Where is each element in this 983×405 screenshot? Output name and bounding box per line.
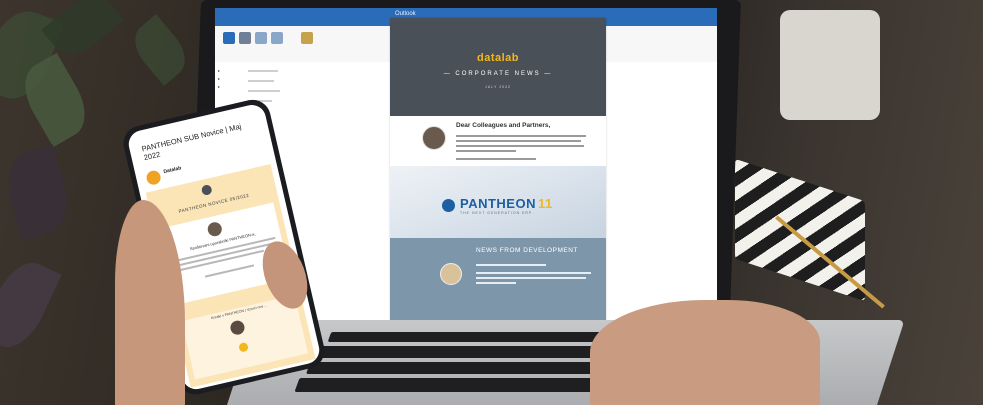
plant-leaf <box>125 14 195 86</box>
plant-leaf <box>0 144 76 241</box>
pantheon-logo-icon <box>442 199 455 212</box>
plant-leaf <box>0 253 62 357</box>
body-text-line <box>476 282 516 284</box>
hero-version: 11 <box>537 196 553 211</box>
hero-tagline: THE NEXT GENERATION ERP <box>460 211 533 215</box>
author-avatar <box>440 263 462 285</box>
newsletter-greeting: Dear Colleagues and Partners, <box>456 122 551 129</box>
hero-brand: PANTHEON 11 <box>460 196 553 211</box>
body-text-line <box>476 272 591 274</box>
body-text-line <box>476 277 586 279</box>
body-text-line <box>456 150 516 152</box>
reply-icon[interactable] <box>255 32 267 44</box>
email-subject: PANTHEON SUB Novice | Maj 2022 <box>140 121 243 163</box>
author-avatar <box>422 126 446 150</box>
message-row[interactable] <box>248 80 274 82</box>
body-text-line <box>456 135 586 137</box>
new-email-icon[interactable] <box>223 32 235 44</box>
body-text-line <box>456 140 581 142</box>
newsletter-header <box>390 18 606 116</box>
folder-item[interactable]: ▸ <box>218 68 220 73</box>
folder-item[interactable]: ▸ <box>218 84 220 89</box>
right-hand <box>590 300 820 405</box>
newsletter-date: JULY 2022 <box>485 85 511 89</box>
striped-notebook <box>735 158 865 302</box>
newsletter: datalab — CORPORATE NEWS — JULY 2022 Dea… <box>390 18 606 326</box>
body-text-line <box>476 264 546 266</box>
delete-icon[interactable] <box>239 32 251 44</box>
message-row[interactable] <box>248 70 278 72</box>
sender-name: Datalab <box>162 165 182 176</box>
body-text-line <box>456 145 584 147</box>
section-title: NEWS FROM DEVELOPMENT <box>476 247 578 254</box>
plant-pot <box>780 10 880 120</box>
folder-item[interactable]: ▸ <box>218 76 220 81</box>
message-row[interactable] <box>248 90 280 92</box>
forward-icon[interactable] <box>271 32 283 44</box>
body-text-line <box>456 158 536 160</box>
window-title: Outlook <box>395 11 416 17</box>
meeting-icon[interactable] <box>301 32 313 44</box>
sender-avatar <box>145 169 162 187</box>
photo-scene: Outlook ▸ ▸ ▸ ▸ ▸ ▸ ▸ <box>0 0 983 405</box>
newsletter-subtitle: — CORPORATE NEWS — <box>443 71 553 77</box>
newsletter-brand: datalab <box>476 52 519 64</box>
